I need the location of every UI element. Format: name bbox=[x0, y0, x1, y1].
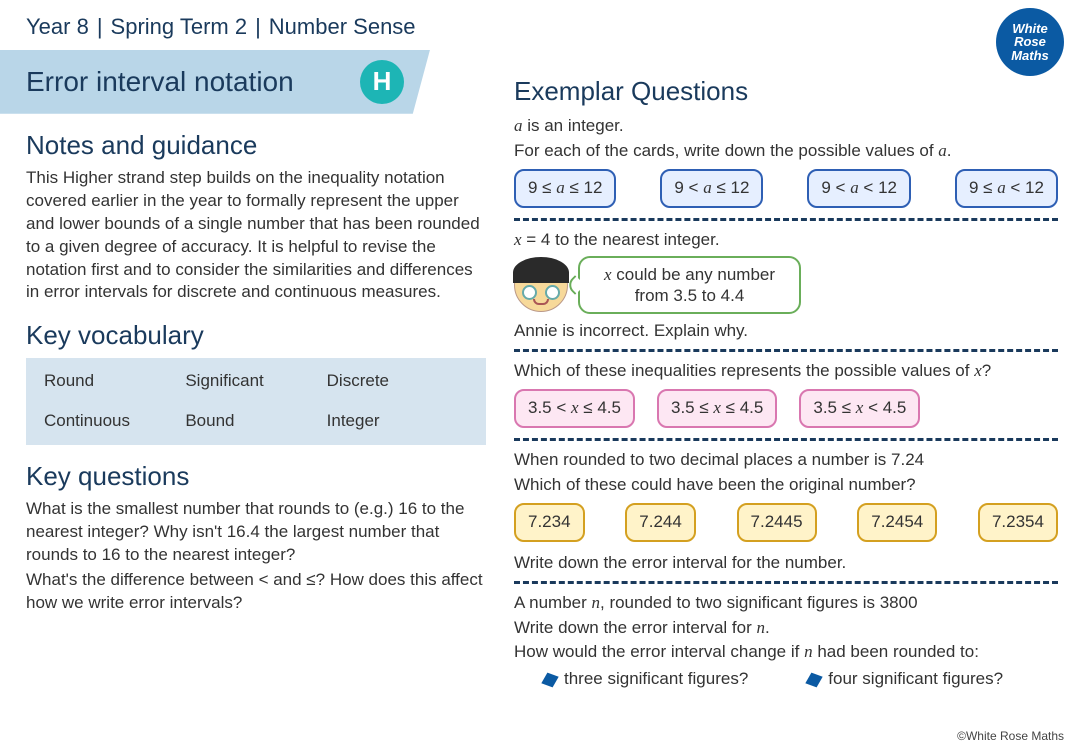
bullet-item: four significant figures? bbox=[808, 668, 1003, 691]
key-questions-heading: Key questions bbox=[26, 459, 486, 494]
number-card: 7.234 bbox=[514, 503, 585, 542]
bullet-label: four significant figures? bbox=[828, 669, 1003, 688]
q5-text: How would the error interval change if n… bbox=[514, 641, 1058, 664]
inequality-card: 3.5 ≤ x ≤ 4.5 bbox=[657, 389, 777, 428]
character-annie-icon bbox=[514, 258, 568, 312]
inequality-card: 9 ≤ a ≤ 12 bbox=[514, 169, 616, 208]
q3-card-row: 3.5 < x ≤ 4.5 3.5 ≤ x ≤ 4.5 3.5 ≤ x < 4.… bbox=[514, 389, 1058, 428]
logo-line: White bbox=[1012, 22, 1047, 36]
vocab-table: Round Significant Discrete Continuous Bo… bbox=[26, 358, 486, 446]
vocab-cell: Bound bbox=[185, 410, 326, 433]
inequality-card: 3.5 < x ≤ 4.5 bbox=[514, 389, 635, 428]
inequality-card: 9 < a < 12 bbox=[807, 169, 911, 208]
speech-row: x could be any numberfrom 3.5 to 4.4 bbox=[514, 256, 1058, 315]
vocab-heading: Key vocabulary bbox=[26, 318, 486, 353]
header-sep: | bbox=[97, 12, 103, 42]
vocab-cell: Continuous bbox=[44, 410, 185, 433]
number-card: 7.2454 bbox=[857, 503, 937, 542]
bullet-item: three significant figures? bbox=[544, 668, 748, 691]
header-bar: Year 8 | Spring Term 2 | Number Sense bbox=[0, 0, 1084, 50]
q3-text: Which of these inequalities represents t… bbox=[514, 360, 1058, 383]
q4-prompt: Write down the error interval for the nu… bbox=[514, 552, 1058, 575]
exemplar-heading: Exemplar Questions bbox=[514, 74, 1058, 109]
vocab-cell: Integer bbox=[327, 410, 468, 433]
number-card: 7.2354 bbox=[978, 503, 1058, 542]
title-band: Error interval notation H bbox=[0, 50, 430, 114]
vocab-cell: Round bbox=[44, 370, 185, 393]
vocab-cell: Significant bbox=[185, 370, 326, 393]
inequality-card: 9 ≤ a < 12 bbox=[955, 169, 1058, 208]
q4-card-row: 7.234 7.244 7.2445 7.2454 7.2354 bbox=[514, 503, 1058, 542]
left-column: Notes and guidance This Higher strand st… bbox=[26, 114, 486, 692]
q1-text: a is an integer. bbox=[514, 115, 1058, 138]
section-divider bbox=[514, 218, 1058, 221]
right-column: Exemplar Questions a is an integer. For … bbox=[514, 114, 1058, 692]
bullet-row: three significant figures? four signific… bbox=[544, 668, 1058, 691]
key-questions-body: What is the smallest number that rounds … bbox=[26, 498, 486, 567]
q5-text: A number n, rounded to two significant f… bbox=[514, 592, 1058, 615]
section-divider bbox=[514, 438, 1058, 441]
q1-text: For each of the cards, write down the po… bbox=[514, 140, 1058, 163]
header-year: Year 8 bbox=[26, 12, 89, 42]
q1-card-row: 9 ≤ a ≤ 12 9 < a ≤ 12 9 < a < 12 9 ≤ a <… bbox=[514, 169, 1058, 208]
copyright-footer: ©White Rose Maths bbox=[957, 728, 1064, 744]
cube-bullet-icon bbox=[806, 673, 823, 688]
notes-body: This Higher strand step builds on the in… bbox=[26, 167, 486, 305]
notes-heading: Notes and guidance bbox=[26, 128, 486, 163]
cube-bullet-icon bbox=[541, 673, 558, 688]
q4-text: Which of these could have been the origi… bbox=[514, 474, 1058, 497]
q2-prompt: Annie is incorrect. Explain why. bbox=[514, 320, 1058, 343]
vocab-cell: Discrete bbox=[327, 370, 468, 393]
section-divider bbox=[514, 349, 1058, 352]
speech-bubble: x could be any numberfrom 3.5 to 4.4 bbox=[578, 256, 801, 315]
number-card: 7.2445 bbox=[737, 503, 817, 542]
q4-text: When rounded to two decimal places a num… bbox=[514, 449, 1058, 472]
page-title: Error interval notation bbox=[26, 63, 294, 101]
inequality-card: 3.5 ≤ x < 4.5 bbox=[799, 389, 920, 428]
header-topic: Number Sense bbox=[269, 12, 416, 42]
logo-line: Maths bbox=[1011, 49, 1049, 63]
q5-text: Write down the error interval for n. bbox=[514, 617, 1058, 640]
key-questions-body: What's the difference between < and ≤? H… bbox=[26, 569, 486, 615]
logo-line: Rose bbox=[1014, 35, 1046, 49]
section-divider bbox=[514, 581, 1058, 584]
header-sep: | bbox=[255, 12, 261, 42]
bullet-label: three significant figures? bbox=[564, 669, 748, 688]
q2-text: x = 4 to the nearest integer. bbox=[514, 229, 1058, 252]
inequality-card: 9 < a ≤ 12 bbox=[660, 169, 763, 208]
higher-badge: H bbox=[360, 60, 404, 104]
brand-logo: White Rose Maths bbox=[996, 8, 1064, 76]
header-term: Spring Term 2 bbox=[111, 12, 248, 42]
number-card: 7.244 bbox=[625, 503, 696, 542]
